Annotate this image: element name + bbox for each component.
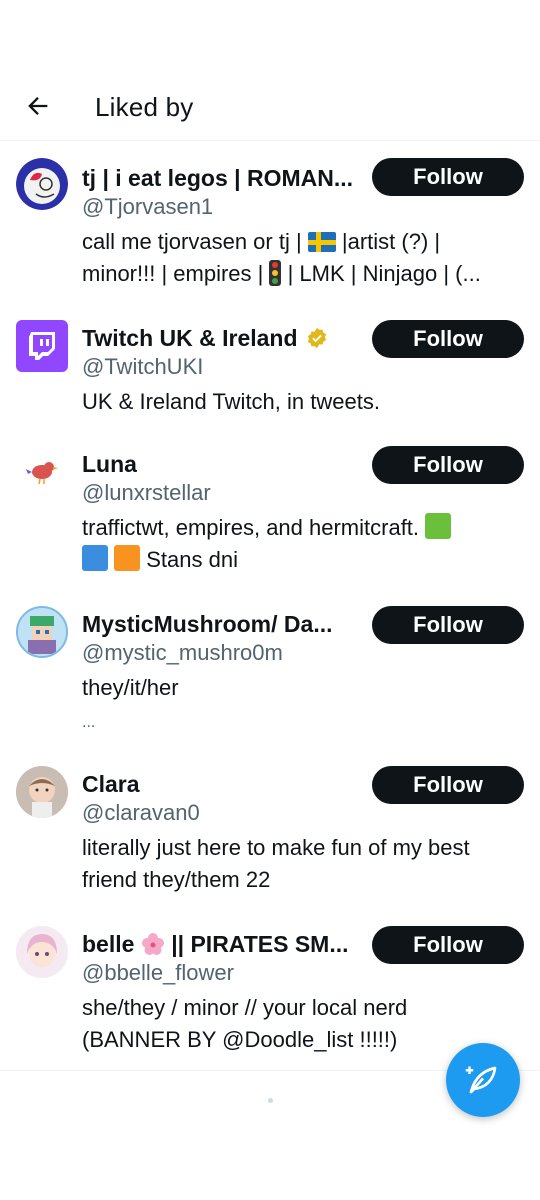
user-name[interactable]: Clara: [82, 771, 140, 798]
avatar[interactable]: [16, 926, 68, 978]
back-button[interactable]: [20, 88, 56, 124]
user-handle[interactable]: @lunxrstellar: [82, 480, 211, 506]
arrow-left-icon: [28, 97, 48, 115]
user-name-line[interactable]: Luna: [82, 448, 137, 480]
user-bio: she/they / minor // your local nerd (BAN…: [82, 995, 408, 1052]
follow-button[interactable]: Follow: [372, 446, 524, 484]
list-item[interactable]: Luna @lunxrstellar traffictwt, empires, …: [0, 428, 540, 588]
user-name-line[interactable]: belle || PIRATES SM...: [82, 928, 349, 960]
list-item[interactable]: Clara @claravan0 literally just here to …: [0, 748, 540, 908]
follow-button[interactable]: Follow: [372, 320, 524, 358]
twitch-logo-icon: [29, 332, 55, 360]
user-bio: call me tjorvasen or tj | |artist (?) | …: [82, 229, 481, 286]
top-bar: Liked by: [0, 60, 540, 141]
follow-button[interactable]: Follow: [372, 606, 524, 644]
loading-dot: [268, 1098, 273, 1103]
user-name[interactable]: belle || PIRATES SM...: [82, 931, 349, 958]
follow-button[interactable]: Follow: [372, 766, 524, 804]
page-title: Liked by: [95, 92, 194, 122]
avatar[interactable]: [16, 320, 68, 372]
user-bio: they/it/her ...: [82, 675, 179, 731]
list-item[interactable]: MysticMushroom/ Da... @mystic_mushro0m t…: [0, 588, 540, 748]
follow-button[interactable]: Follow: [372, 158, 524, 196]
user-list: tj | i eat legos | ROMAN... @Tjorvasen1 …: [0, 142, 540, 1068]
user-handle[interactable]: @claravan0: [82, 800, 200, 826]
list-item[interactable]: belle || PIRATES SM... @bbelle_flower sh…: [0, 908, 540, 1068]
user-name-line[interactable]: MysticMushroom/ Da...: [82, 608, 332, 640]
compose-tweet-icon: [465, 1066, 497, 1094]
user-bio: traffictwt, empires, and hermitcraft. St…: [82, 512, 527, 576]
sweden-flag-icon: [307, 232, 336, 252]
user-name-line[interactable]: tj | i eat legos | ROMAN...: [82, 162, 353, 194]
user-name[interactable]: Luna: [82, 451, 137, 478]
avatar[interactable]: [16, 446, 68, 498]
blue-square-icon: [82, 545, 108, 571]
list-item[interactable]: Twitch UK & Ireland @TwitchUKI UK & Irel…: [0, 302, 540, 428]
user-handle[interactable]: @Tjorvasen1: [82, 194, 213, 220]
user-name-line[interactable]: Clara: [82, 768, 140, 800]
orange-square-icon: [114, 545, 141, 571]
green-square-icon: [425, 513, 452, 539]
avatar[interactable]: [16, 158, 68, 210]
list-item[interactable]: tj | i eat legos | ROMAN... @Tjorvasen1 …: [0, 142, 540, 302]
user-bio: UK & Ireland Twitch, in tweets.: [82, 389, 380, 414]
user-name[interactable]: MysticMushroom/ Da...: [82, 611, 332, 638]
user-bio: literally just here to make fun of my be…: [82, 835, 470, 892]
verified-badge-icon: [307, 327, 326, 349]
avatar[interactable]: [16, 606, 68, 658]
user-name-line[interactable]: Twitch UK & Ireland: [82, 322, 328, 354]
follow-button[interactable]: Follow: [372, 926, 524, 964]
traffic-light-icon: [269, 260, 282, 286]
user-name[interactable]: Twitch UK & Ireland: [82, 325, 298, 352]
user-handle[interactable]: @mystic_mushro0m: [82, 640, 283, 666]
user-handle[interactable]: @bbelle_flower: [82, 960, 234, 986]
user-handle[interactable]: @TwitchUKI: [82, 354, 203, 380]
user-name[interactable]: tj | i eat legos | ROMAN...: [82, 165, 353, 192]
compose-button[interactable]: [446, 1043, 520, 1117]
cherry-blossom-icon: [141, 932, 164, 955]
avatar[interactable]: [16, 766, 68, 818]
